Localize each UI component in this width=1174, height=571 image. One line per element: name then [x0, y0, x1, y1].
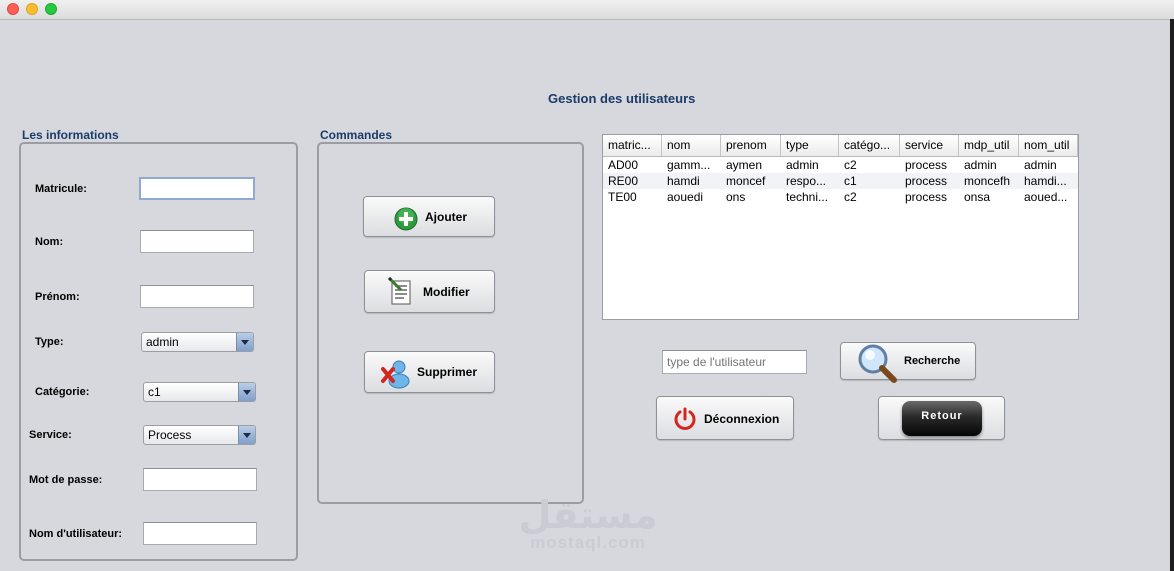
- table-cell: RE00: [608, 174, 639, 188]
- chevron-down-icon: [238, 426, 255, 444]
- categorie-select-value: c1: [148, 385, 161, 399]
- type-label: Type:: [35, 336, 64, 348]
- table-cell: aoued...: [1024, 190, 1068, 204]
- table-header: matric... nom prenom type catégo... service md…: [603, 135, 1078, 157]
- categorie-label: Catégorie:: [35, 386, 90, 398]
- table-cell: gamm...: [667, 158, 711, 172]
- window-titlebar: [0, 0, 1174, 20]
- table-cell: AD00: [608, 158, 639, 172]
- add-icon: [394, 207, 418, 231]
- mot-de-passe-input[interactable]: [143, 468, 257, 491]
- delete-user-icon: [381, 360, 410, 389]
- ajouter-label: Ajouter: [425, 210, 467, 224]
- minimize-window-button[interactable]: [26, 3, 38, 15]
- table-cell: process: [905, 158, 948, 172]
- table-cell: process: [905, 190, 948, 204]
- table-cell: admin: [786, 158, 819, 172]
- deconnexion-button[interactable]: Déconnexion: [656, 396, 794, 440]
- table-cell: c2: [844, 158, 857, 172]
- power-icon: [674, 407, 696, 430]
- type-select-value: admin: [146, 335, 179, 349]
- table-cell: aouedi: [667, 190, 704, 204]
- table-cell: TE00: [608, 190, 637, 204]
- service-select-value: Process: [148, 428, 192, 442]
- zoom-window-button[interactable]: [45, 3, 57, 15]
- categorie-select[interactable]: c1: [143, 382, 256, 402]
- matricule-label: Matricule:: [35, 183, 87, 195]
- supprimer-label: Supprimer: [417, 365, 478, 379]
- table-cell: hamdi...: [1024, 174, 1067, 188]
- recherche-label: Recherche: [904, 355, 961, 367]
- deconnexion-label: Déconnexion: [704, 412, 780, 426]
- nom-utilisateur-label: Nom d'utilisateur:: [29, 528, 123, 540]
- search-input[interactable]: [662, 350, 807, 374]
- chevron-down-icon: [238, 383, 255, 401]
- column-header[interactable]: catégo...: [839, 135, 900, 156]
- table-cell: c2: [844, 190, 857, 204]
- table-cell: hamdi: [667, 174, 700, 188]
- table-cell: onsa: [964, 190, 991, 204]
- nom-utilisateur-input[interactable]: [143, 522, 257, 545]
- column-header[interactable]: nom_util: [1019, 135, 1078, 156]
- column-header[interactable]: service: [900, 135, 959, 156]
- table-cell: aymen: [726, 158, 763, 172]
- window-edge: [1170, 19, 1174, 571]
- nom-input[interactable]: [140, 230, 254, 253]
- table-row[interactable]: AD00 gamm... aymen admin c2 process admin admin: [603, 157, 1078, 173]
- service-select[interactable]: Process: [143, 425, 256, 445]
- service-label: Service:: [29, 429, 72, 441]
- table-cell: techni...: [786, 190, 829, 204]
- table-row[interactable]: TE00 aouedi ons techni... c2 process onsa aoued…: [603, 189, 1078, 205]
- type-select[interactable]: admin: [141, 332, 254, 352]
- retour-label: Retour: [921, 410, 963, 422]
- table-cell: admin: [1024, 158, 1057, 172]
- table-cell: process: [905, 174, 948, 188]
- users-table[interactable]: matric... nom prenom type catégo... service md…: [602, 134, 1079, 320]
- column-header[interactable]: prenom: [721, 135, 781, 156]
- watermark-arabic: مستقل: [518, 493, 658, 537]
- recherche-button[interactable]: Recherche: [840, 342, 976, 383]
- commands-section-title: Commandes: [320, 128, 393, 142]
- column-header[interactable]: mdp_util: [959, 135, 1019, 156]
- edit-document-icon: [387, 277, 411, 305]
- info-section-title: Les informations: [22, 128, 119, 142]
- modifier-label: Modifier: [423, 285, 470, 299]
- table-row[interactable]: RE00 hamdi moncef respo... c1 process moncefh h…: [603, 173, 1078, 189]
- watermark: مستقل mostaql.com: [518, 496, 658, 551]
- prenom-label: Prénom:: [35, 291, 80, 303]
- supprimer-button[interactable]: Supprimer: [364, 351, 495, 393]
- column-header[interactable]: type: [781, 135, 839, 156]
- close-window-button[interactable]: [7, 3, 19, 15]
- table-cell: moncefh: [964, 174, 1011, 188]
- modifier-button[interactable]: Modifier: [364, 270, 495, 313]
- watermark-latin: mostaql.com: [530, 533, 646, 552]
- table-cell: c1: [844, 174, 857, 188]
- page-title: Gestion des utilisateurs: [548, 91, 696, 106]
- ajouter-button[interactable]: Ajouter: [363, 196, 495, 237]
- table-cell: admin: [964, 158, 997, 172]
- table-cell: respo...: [786, 174, 827, 188]
- retour-button-face[interactable]: Retour: [902, 401, 982, 436]
- table-cell: ons: [726, 190, 746, 204]
- column-header[interactable]: nom: [662, 135, 721, 156]
- search-icon: [858, 344, 897, 383]
- chevron-down-icon: [236, 333, 253, 351]
- nom-label: Nom:: [35, 236, 64, 248]
- matricule-input[interactable]: [139, 177, 255, 200]
- mot-de-passe-label: Mot de passe:: [29, 474, 103, 486]
- column-header[interactable]: matric...: [603, 135, 662, 156]
- table-cell: moncef: [726, 174, 766, 188]
- prenom-input[interactable]: [140, 285, 254, 308]
